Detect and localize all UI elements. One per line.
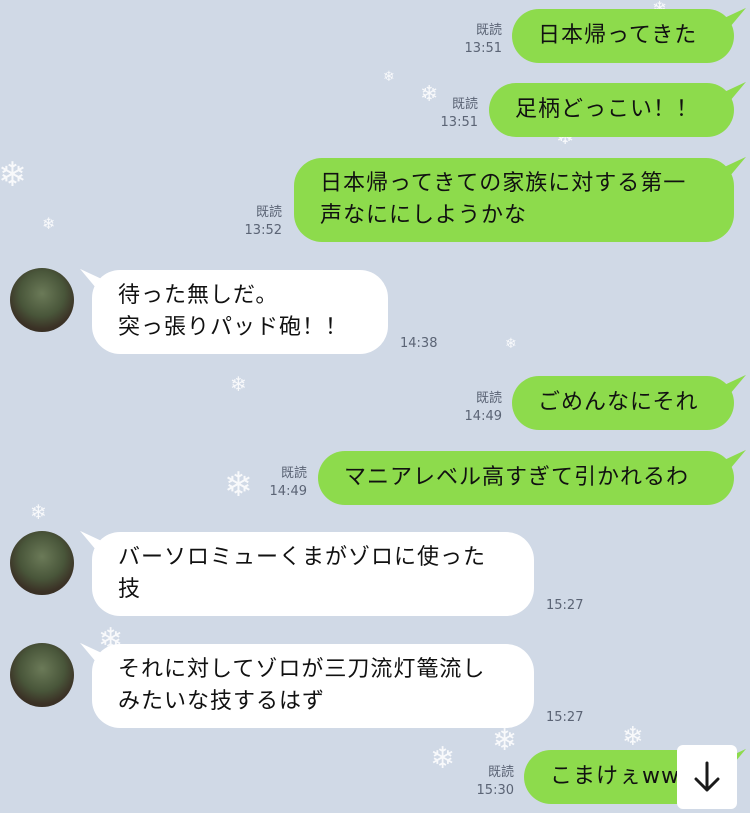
message-meta: 既読 15:30: [452, 764, 514, 800]
read-receipt: 既読: [255, 205, 282, 220]
message-time: 15:30: [476, 783, 514, 798]
read-receipt: 既読: [280, 466, 307, 481]
message-time: 13:51: [440, 115, 478, 130]
message-text-line: 待った無しだ。: [118, 283, 279, 308]
message-bubble-outgoing[interactable]: 日本帰ってきた: [512, 9, 734, 63]
message-text-line: 声なににしようかな: [320, 203, 528, 228]
message-text: 日本帰ってきた: [538, 23, 698, 48]
message-text: マニアレベル高すぎて引かれるわ: [344, 465, 690, 490]
message-bubble-outgoing[interactable]: 足柄どっこい！！: [489, 83, 734, 137]
message-text: 足柄どっこい！！: [515, 97, 700, 122]
read-receipt: 既読: [475, 391, 502, 406]
message-time: 14:49: [269, 484, 307, 499]
message-meta: 既読 14:49: [440, 390, 502, 426]
message-text-line: みたいな技するはず: [118, 689, 326, 714]
message-meta: 既読 13:52: [220, 204, 282, 240]
message-meta: 既読 14:49: [245, 465, 307, 501]
message-text-line: それに対してゾロが三刀流灯篭流し: [118, 657, 486, 682]
message-time: 14:49: [464, 409, 502, 424]
snowflake-icon: ❄: [0, 155, 27, 195]
snowflake-icon: ❄: [230, 372, 247, 396]
message-time: 15:27: [546, 710, 584, 725]
arrow-down-icon: [694, 761, 720, 792]
read-receipt: 既読: [451, 97, 478, 112]
message-text-line: バーソロミューくまがゾロに使った: [118, 545, 487, 570]
message-meta: 既読 13:51: [440, 22, 502, 58]
message-text-line: 突っ張りパッド砲！！: [118, 315, 349, 340]
message-bubble-outgoing[interactable]: 日本帰ってきての家族に対する第一 声なににしようかな: [294, 158, 734, 242]
message-time: 13:51: [464, 41, 502, 56]
avatar[interactable]: [10, 531, 74, 595]
message-bubble-incoming[interactable]: バーソロミューくまがゾロに使った 技: [92, 532, 534, 616]
snowflake-icon: ❄: [383, 69, 395, 85]
snowflake-icon: ❄: [505, 336, 517, 352]
message-meta: 既読 13:51: [416, 96, 478, 132]
message-text: ごめんなにそれ: [538, 390, 699, 415]
snowflake-icon: ❄: [492, 723, 518, 758]
avatar[interactable]: [10, 268, 74, 332]
read-receipt: 既読: [475, 23, 502, 38]
message-bubble-outgoing[interactable]: ごめんなにそれ: [512, 376, 734, 430]
message-time: 15:27: [546, 598, 584, 613]
message-time: 14:38: [400, 336, 438, 351]
snowflake-icon: ❄: [622, 722, 644, 752]
avatar[interactable]: [10, 643, 74, 707]
message-bubble-outgoing[interactable]: マニアレベル高すぎて引かれるわ: [318, 451, 734, 505]
message-bubble-incoming[interactable]: 待った無しだ。 突っ張りパッド砲！！: [92, 270, 388, 354]
snowflake-icon: ❄: [30, 500, 47, 524]
snowflake-icon: ❄: [42, 214, 56, 233]
message-bubble-incoming[interactable]: それに対してゾロが三刀流灯篭流し みたいな技するはず: [92, 644, 534, 728]
message-time: 13:52: [244, 223, 282, 238]
message-text-line: 日本帰ってきての家族に対する第一: [320, 171, 687, 196]
read-receipt: 既読: [487, 765, 514, 780]
scroll-to-bottom-button[interactable]: [677, 745, 737, 809]
message-text-line: 技: [118, 577, 142, 602]
